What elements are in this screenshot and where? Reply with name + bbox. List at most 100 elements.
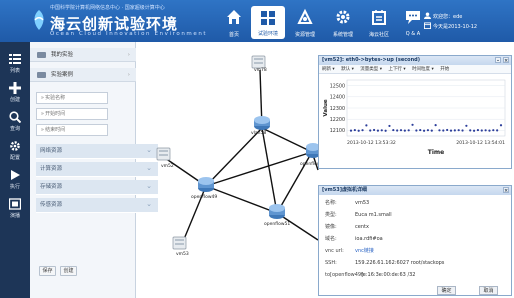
granularity-dropdown[interactable]: 时间粒度 ▾ (412, 67, 434, 72)
nav-community[interactable]: 海云社区 (362, 0, 396, 42)
gear-icon (10, 141, 20, 151)
chart-window-titlebar[interactable]: [vm52]: eth0->bytes->up (second) – × (319, 56, 511, 65)
toolbar-label: 列表 (9, 68, 20, 74)
app-header: 中国科学院计算机网络信息中心 · 国家超级计算中心 海云创新试验环境 Ocean… (0, 0, 514, 42)
data-point (438, 129, 441, 132)
chevron-down-icon: ⌄ (146, 200, 152, 208)
confirm-button[interactable]: 确定 (437, 286, 456, 295)
toolbar-create[interactable]: 创建 (0, 79, 30, 106)
accordion-compute[interactable]: 计算资源 ⌄ (36, 162, 158, 177)
close-icon[interactable]: × (503, 57, 509, 64)
cancel-button[interactable]: 取消 (479, 286, 498, 295)
accordion-network[interactable]: 网络资源 ⌄ (36, 144, 158, 159)
data-point (434, 124, 437, 127)
nav-home[interactable]: 首页 (217, 0, 251, 42)
detail-row-name: 名称: vm53 (325, 199, 369, 208)
y-tick-label: 12200 (330, 117, 345, 123)
data-point (403, 129, 406, 132)
nav-experiment[interactable]: 试验环境 (251, 6, 285, 39)
save-button[interactable]: 保存 (39, 266, 56, 276)
detail-row-type: 类型: Euca m1.small (325, 211, 392, 220)
data-point (369, 129, 372, 132)
detail-value: 159.226.61.162:6027 root/stackops (355, 260, 445, 266)
detail-value: ioa.rdfi#oa (355, 236, 383, 242)
user-icon (424, 12, 431, 19)
toolbar-demo[interactable]: 演播 (0, 195, 30, 222)
node-label-openflow49[interactable]: openflow49 (191, 195, 217, 200)
experiment-name-input[interactable] (36, 92, 108, 104)
toolbar-label: 查询 (9, 126, 20, 132)
x-axis-label: Time (428, 149, 444, 156)
server-node-vm52 (156, 147, 171, 161)
detail-key: SSH: (325, 260, 337, 266)
data-point (457, 129, 460, 132)
start-time-input[interactable] (36, 108, 108, 120)
node-label-openflow51[interactable]: openflow51 (264, 222, 290, 227)
y-tick-label: 12300 (330, 106, 345, 112)
data-point (442, 129, 445, 132)
data-point (476, 128, 480, 132)
node-label-vm52[interactable]: vm52 (161, 164, 174, 169)
film-icon (9, 198, 21, 210)
date-row: 今天是2013-10-12 (424, 22, 477, 32)
detail-key: to[openflow49]: (325, 272, 365, 278)
nav-system[interactable]: 系统管理 (326, 0, 360, 42)
data-point (461, 129, 464, 132)
data-point (419, 128, 422, 132)
header-slogan: 中国科学院计算机网络信息中心 · 国家超级计算中心 (50, 5, 165, 11)
node-label-vm53[interactable]: vm53 (176, 252, 189, 257)
traffic-type-dropdown[interactable]: 流量类型 ▾ (360, 67, 382, 72)
detail-row-ssh: SSH: 159.226.61.162:6027 root/stackops (325, 259, 444, 268)
toolbar-list[interactable]: 列表 (0, 50, 30, 77)
create-button[interactable]: 创建 (60, 266, 77, 276)
accordion-label: 传感资源 (40, 202, 63, 208)
data-point (376, 129, 380, 132)
direction-dropdown[interactable]: 上下行 ▾ (388, 67, 405, 72)
chevron-down-icon: ⌄ (146, 182, 152, 190)
data-point (453, 129, 456, 132)
traffic-scatter-chart: 12100 12200 12300 12400 12500 Value 2013-10-12… (323, 79, 506, 156)
accordion-storage[interactable]: 存储资源 ⌄ (36, 180, 158, 195)
chat-icon (406, 11, 420, 24)
minimize-icon[interactable]: – (495, 57, 501, 64)
close-icon[interactable]: × (503, 187, 509, 194)
grid-icon (261, 11, 275, 25)
toolbar-label: 配置 (9, 155, 20, 161)
data-point (430, 129, 433, 132)
detail-key: 类型: (325, 212, 337, 218)
data-point (357, 129, 360, 132)
data-point (426, 129, 430, 132)
user-welcome-row[interactable]: 欢迎您：ede (424, 12, 477, 22)
x-tick-label: 2013-10-12 13:53:32 (347, 140, 396, 146)
toolbar-search[interactable]: 查询 (0, 108, 30, 135)
end-time-input[interactable] (36, 124, 108, 136)
data-point (484, 129, 487, 132)
toolbar-run[interactable]: 执行 (0, 166, 30, 193)
gear-icon (336, 10, 350, 24)
vm-detail-title: [vm53]虚拟机详细 (322, 187, 367, 193)
toolbar-config[interactable]: 配置 (0, 137, 30, 164)
nav-resource[interactable]: 资源管理 (288, 0, 322, 42)
detail-row-image: 镜像: centx (325, 223, 369, 232)
node-label-vm78[interactable]: vm78 (254, 68, 267, 73)
refresh-dropdown[interactable]: 刷新 ▾ (322, 67, 335, 72)
y-tick-label: 12500 (330, 83, 345, 89)
section-label: 我的实验 (51, 52, 74, 58)
accordion-label: 网络资源 (40, 148, 63, 154)
accordion-label: 计算资源 (40, 166, 63, 172)
detail-value: centx (355, 224, 369, 230)
start-button[interactable]: 开始 (440, 67, 449, 72)
traffic-chart-window: [vm52]: eth0->bytes->up (second) – × 刷新 … (318, 55, 512, 169)
section-experiment-cases[interactable]: 实验案例 › (30, 68, 136, 82)
accordion-sensor[interactable]: 传感资源 ⌄ (36, 198, 158, 213)
section-my-experiments[interactable]: 我的实验 › (30, 48, 136, 62)
vm-detail-titlebar[interactable]: [vm53]虚拟机详细 × (319, 186, 511, 195)
folder-icon (37, 52, 46, 58)
node-label-vlan58[interactable]: vlan58 (251, 131, 266, 136)
default-dropdown[interactable]: 默认 ▾ (341, 67, 354, 72)
data-point (446, 128, 449, 132)
nav-label: 试验环境 (257, 31, 278, 37)
data-point (488, 129, 491, 132)
detail-row-domain: 域名: ioa.rdfi#oa (325, 235, 383, 244)
vnc-link[interactable]: vnc链接 (355, 248, 374, 254)
